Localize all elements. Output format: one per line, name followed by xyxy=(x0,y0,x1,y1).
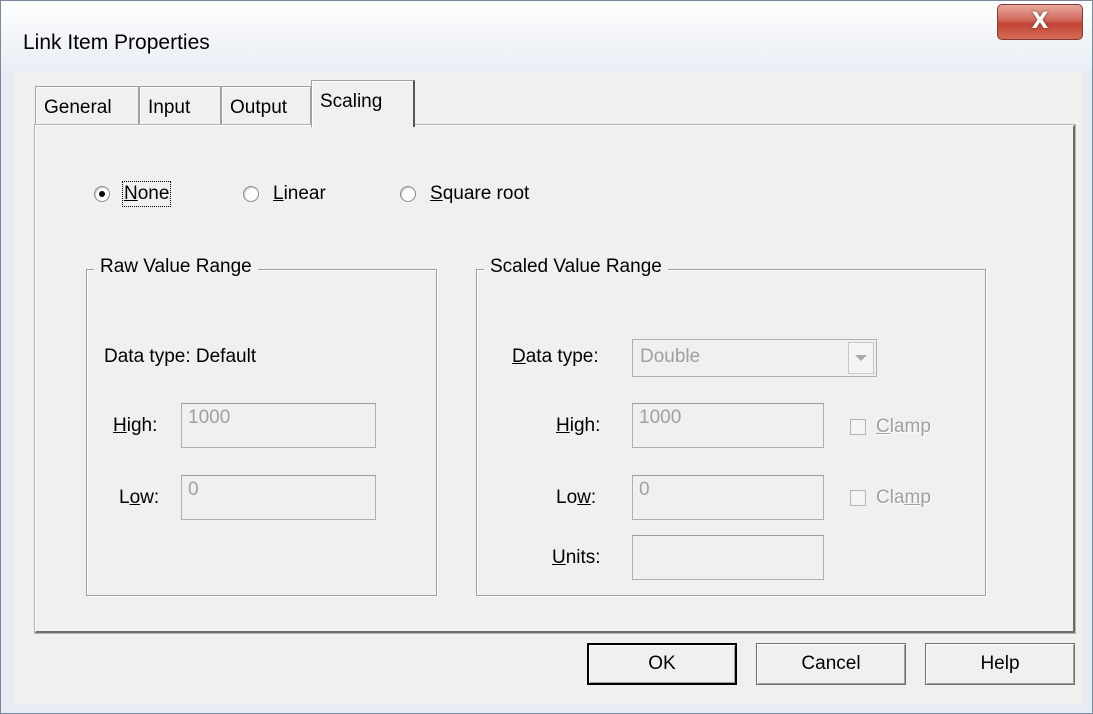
radio-square-root[interactable]: Square root xyxy=(400,183,529,205)
tab-scaling[interactable]: Scaling xyxy=(311,80,415,127)
scaled-data-type-value: Double xyxy=(640,346,701,367)
tab-output-label: Output xyxy=(230,97,288,118)
scaled-high-label: High: xyxy=(556,415,601,436)
scaled-data-type-label: Data type: xyxy=(512,346,599,367)
help-button-label: Help xyxy=(980,653,1020,674)
scaled-value-range-title: Scaled Value Range xyxy=(484,256,668,278)
tab-input[interactable]: Input xyxy=(139,86,221,126)
clamp-low-checkbox-box[interactable] xyxy=(850,490,866,506)
tab-general-label: General xyxy=(44,97,112,118)
radio-none-label: None xyxy=(121,181,172,207)
cancel-button-label: Cancel xyxy=(801,653,861,674)
radio-none-indicator[interactable] xyxy=(94,186,110,202)
scaled-data-type-select[interactable]: Double xyxy=(632,339,877,377)
raw-low-label: Low: xyxy=(119,487,160,508)
scaled-high-field[interactable]: 1000 xyxy=(632,403,824,448)
raw-low-value: 0 xyxy=(188,479,199,500)
radio-none[interactable]: None xyxy=(94,181,172,207)
scaled-units-field[interactable] xyxy=(632,535,824,580)
radio-square-root-indicator[interactable] xyxy=(400,186,416,202)
chevron-down-icon[interactable] xyxy=(848,342,874,374)
scaled-high-value: 1000 xyxy=(639,407,682,428)
clamp-high-checkbox[interactable]: Clamp xyxy=(850,416,931,438)
cancel-button[interactable]: Cancel xyxy=(756,643,906,685)
scaled-low-label: Low: xyxy=(556,487,597,508)
raw-data-type-label: Data type: xyxy=(104,346,191,367)
raw-high-field[interactable]: 1000 xyxy=(181,403,376,448)
clamp-low-checkbox[interactable]: Clamp xyxy=(850,487,931,509)
tab-scaling-label: Scaling xyxy=(320,91,383,112)
radio-linear[interactable]: Linear xyxy=(243,183,326,205)
scaled-low-field[interactable]: 0 xyxy=(632,475,824,520)
ok-button-label: OK xyxy=(648,653,676,674)
radio-square-root-label: Square root xyxy=(430,183,530,204)
scaled-low-value: 0 xyxy=(639,479,650,500)
ok-button[interactable]: OK xyxy=(587,643,737,685)
radio-linear-label: Linear xyxy=(273,183,326,204)
clamp-high-checkbox-box[interactable] xyxy=(850,419,866,435)
radio-linear-indicator[interactable] xyxy=(243,186,259,202)
raw-data-type: Data type: Default xyxy=(104,346,256,368)
title-bar[interactable]: Link Item Properties X xyxy=(1,1,1092,71)
close-button[interactable]: X xyxy=(997,4,1083,40)
radio-none-label-rest: one xyxy=(137,183,170,204)
tab-general[interactable]: General xyxy=(35,86,139,126)
scaled-units-label: Units: xyxy=(552,547,601,568)
help-button[interactable]: Help xyxy=(925,643,1075,685)
raw-high-label: High: xyxy=(113,415,158,436)
tab-output[interactable]: Output xyxy=(221,86,311,126)
window-title: Link Item Properties xyxy=(23,31,210,54)
raw-data-type-value: Default xyxy=(195,346,257,367)
close-icon: X xyxy=(1031,9,1049,34)
clamp-high-label: Clamp xyxy=(876,416,931,437)
raw-value-range-title: Raw Value Range xyxy=(94,256,258,278)
raw-high-value: 1000 xyxy=(188,407,231,428)
tab-input-label: Input xyxy=(148,97,191,118)
raw-low-field[interactable]: 0 xyxy=(181,475,376,520)
clamp-low-label: Clamp xyxy=(876,487,931,508)
